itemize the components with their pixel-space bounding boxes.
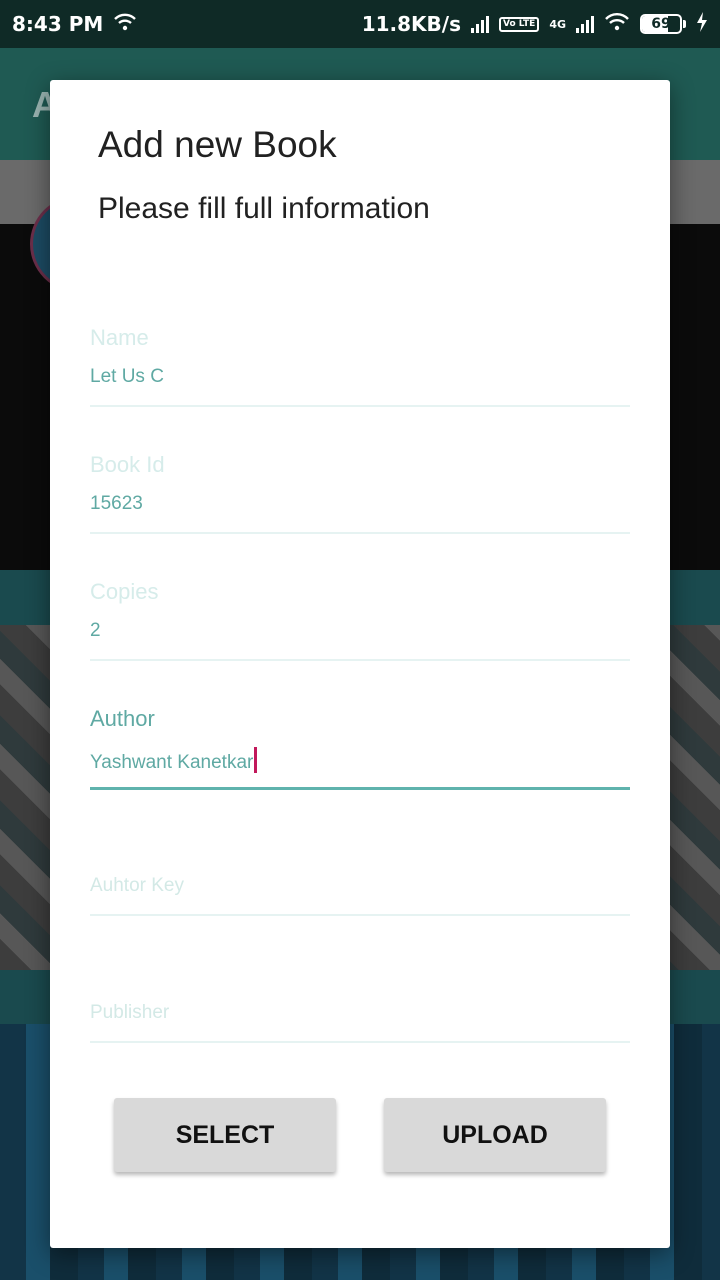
copies-input[interactable]: 2 [90, 620, 101, 642]
signal-icon [470, 15, 489, 33]
copies-underline [90, 659, 630, 661]
author-field[interactable]: Author Yashwant Kanetkar [90, 706, 630, 792]
select-button[interactable]: SELECT [114, 1098, 336, 1172]
status-left: 8:43 PM [12, 12, 137, 36]
upload-button[interactable]: UPLOAD [384, 1098, 606, 1172]
battery-level: 69 [651, 16, 671, 32]
name-field[interactable]: Name Let Us C [90, 325, 630, 407]
book-id-input[interactable]: 15623 [90, 493, 143, 515]
charging-icon [696, 11, 708, 37]
copies-field[interactable]: Copies 2 [90, 579, 630, 661]
author-key-underline [90, 914, 630, 916]
book-id-label: Book Id [90, 452, 165, 477]
text-cursor [254, 747, 258, 773]
publisher-placeholder[interactable]: Publisher [90, 1002, 169, 1024]
dialog-title: Add new Book [98, 124, 337, 165]
author-key-field[interactable]: Auhtor Key [90, 870, 630, 918]
author-input[interactable]: Yashwant Kanetkar [90, 747, 258, 774]
name-underline [90, 405, 630, 407]
signal-icon-2 [576, 15, 594, 33]
wifi-icon-2 [604, 12, 630, 36]
book-id-underline [90, 532, 630, 534]
publisher-underline [90, 1041, 630, 1043]
publisher-field[interactable]: Publisher [90, 997, 630, 1045]
author-key-placeholder[interactable]: Auhtor Key [90, 875, 184, 897]
network-type: 4G [549, 17, 566, 31]
name-label: Name [90, 325, 149, 350]
status-bar: 8:43 PM 11.8KB/s Vo LTE 4G 69 [0, 0, 720, 48]
battery-icon: 69 [640, 14, 686, 34]
author-label: Author [90, 706, 155, 731]
network-speed: 11.8KB/s [361, 12, 461, 36]
status-time: 8:43 PM [12, 12, 104, 36]
copies-label: Copies [90, 579, 159, 604]
author-underline [90, 787, 630, 790]
add-book-dialog: Add new Book Please fill full informatio… [50, 80, 670, 1248]
dialog-subtitle: Please fill full information [98, 192, 430, 225]
wifi-icon [113, 12, 137, 36]
book-id-field[interactable]: Book Id 15623 [90, 452, 630, 534]
status-right: 11.8KB/s Vo LTE 4G 69 [361, 11, 708, 37]
author-value: Yashwant Kanetkar [90, 752, 254, 773]
name-input[interactable]: Let Us C [90, 366, 164, 388]
volte-badge: Vo LTE [498, 16, 540, 32]
